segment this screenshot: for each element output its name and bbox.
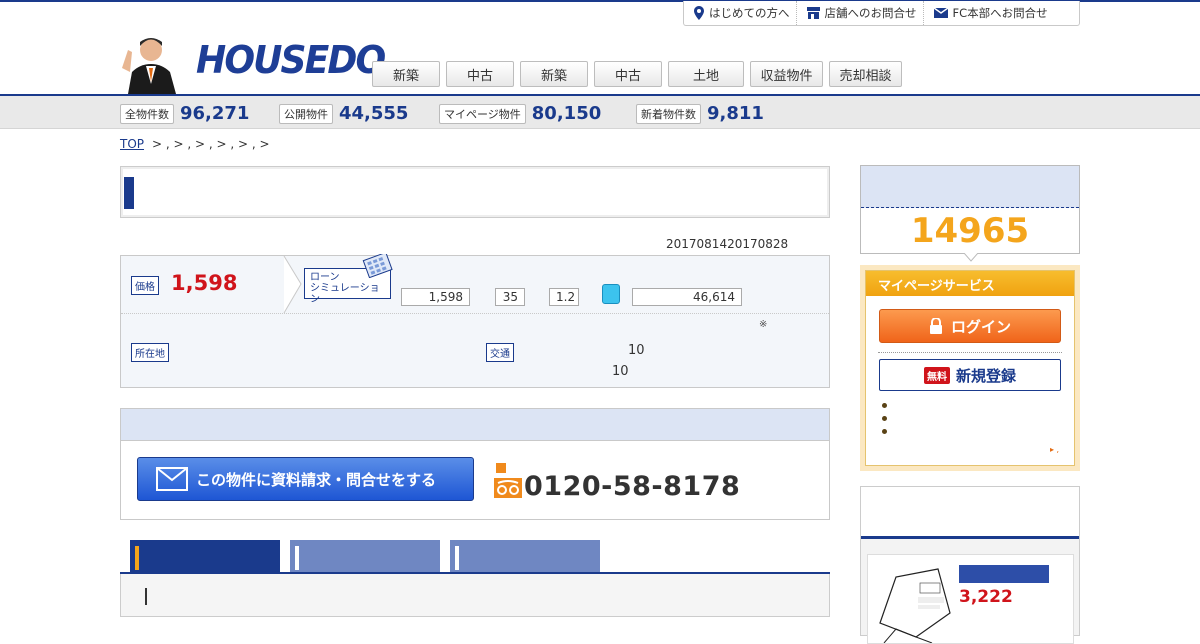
link-first-time-label: はじめての方へ [709, 6, 790, 20]
loan-label-line2: シミュレーション [310, 283, 380, 305]
tab-panel [120, 574, 830, 617]
login-button[interactable]: ログイン [879, 309, 1061, 343]
request-info-button[interactable]: この物件に資料請求・問合せをする [137, 457, 474, 501]
stat-mypage-label: マイページ物件 [439, 103, 526, 124]
tab-3-marker [455, 546, 459, 570]
link-fc-contact-label: FC本部へお問合せ [952, 6, 1048, 20]
calculator-icon [362, 254, 393, 278]
title-accent-bar [124, 177, 134, 209]
mypage-more-link[interactable]: ▸ , [1050, 445, 1059, 454]
property-dates: 2017081420170828 [666, 237, 789, 251]
nav-land[interactable]: 土地 [668, 61, 744, 87]
top-links: はじめての方へ 店舗へのお問合せ FC本部へお問合せ [683, 1, 1080, 26]
tab-3[interactable] [450, 540, 600, 573]
nav-new-mansion[interactable]: 新築 [520, 61, 588, 87]
property-card-title-bar [959, 565, 1049, 583]
store-icon [806, 7, 820, 19]
free-badge: 無料 [923, 366, 950, 384]
main-nav: 新築 中古 新築 中古 土地 収益物件 売却相談 [372, 61, 908, 87]
property-card-price: 3,222 [959, 587, 1013, 607]
lock-icon [929, 318, 942, 334]
stat-mypage-value: 80,150 [531, 103, 602, 124]
housedo-logo[interactable]: HOUSEDO [196, 38, 386, 82]
transit-line-1: 10 [628, 343, 645, 358]
contact-header [121, 409, 829, 441]
bullet-3 [882, 429, 887, 434]
breadcrumb-top-link[interactable]: TOP [120, 137, 144, 151]
nav-new-house[interactable]: 新築 [372, 61, 440, 87]
stat-public-label: 公開物件 [279, 103, 333, 124]
property-title-box [120, 166, 830, 218]
transit-line-2: 10 [612, 364, 629, 379]
stat-mypage: マイページ物件 80,150 [439, 103, 601, 124]
mypage-inner: マイページサービス ログイン 無料 新規登録 ▸ , [865, 270, 1075, 466]
tab-2-marker [295, 546, 299, 570]
mypage-divider [878, 352, 1062, 353]
mascot-image [120, 28, 182, 94]
stat-all-label: 全物件数 [120, 103, 174, 124]
tab-2[interactable] [290, 540, 440, 573]
freedial-icon [494, 478, 522, 498]
stat-public: 公開物件 44,555 [279, 103, 408, 124]
transit-label: 交通 [486, 343, 514, 362]
envelope-icon [156, 467, 188, 491]
price-value: 1,598 [171, 271, 238, 295]
loan-rate-input[interactable]: 1.2 [549, 288, 579, 306]
phone-number[interactable]: 0120-58-8178 [524, 471, 740, 502]
property-card[interactable]: 3,222 [867, 554, 1074, 644]
stat-all: 全物件数 96,271 [120, 103, 249, 124]
sidebar-property-box: 3,222 [860, 486, 1080, 644]
sidebar-count-header [861, 166, 1079, 208]
link-store-contact[interactable]: 店舗へのお問合せ [797, 1, 924, 25]
loan-amount-input[interactable]: 1,598 [401, 288, 470, 306]
price-label: 価格 [131, 276, 159, 295]
count-pointer [964, 253, 978, 262]
mypage-title: マイページサービス [866, 271, 1074, 296]
link-fc-contact[interactable]: FC本部へお問合せ [924, 1, 1054, 25]
mail-icon [933, 8, 948, 18]
link-store-contact-label: 店舗へのお問合せ [824, 6, 917, 20]
logo-text: HOUSEDO [196, 38, 386, 82]
map-pin-icon [694, 6, 704, 20]
tab-bar [130, 540, 610, 573]
stat-public-value: 44,555 [339, 103, 409, 124]
bullet-1 [882, 403, 887, 408]
mypage-service-box: マイページサービス ログイン 無料 新規登録 ▸ , [860, 265, 1080, 471]
tab-1-marker [135, 546, 139, 570]
stats-bar: 全物件数 96,271 公開物件 44,555 マイページ物件 80,150 新… [0, 94, 1200, 129]
nav-used-house[interactable]: 中古 [446, 61, 514, 87]
nav-used-mansion[interactable]: 中古 [594, 61, 662, 87]
floor-plan-thumbnail [876, 563, 954, 643]
arrow-separator [283, 256, 302, 313]
loan-years-input[interactable]: 35 [495, 288, 525, 306]
stat-new: 新着物件数 9,811 [636, 103, 764, 124]
breadcrumb: TOP > , > , > , > , > , > [120, 137, 270, 151]
nav-sell-consult[interactable]: 売却相談 [829, 61, 902, 87]
nav-income-property[interactable]: 収益物件 [750, 61, 823, 87]
stat-new-label: 新着物件数 [636, 103, 701, 124]
stat-all-value: 96,271 [180, 103, 250, 124]
link-first-time[interactable]: はじめての方へ [684, 1, 797, 25]
sidebar-count-value: 14965 [910, 211, 1030, 251]
note-mark: ※ [759, 319, 768, 330]
request-info-label: この物件に資料請求・問合せをする [196, 470, 437, 489]
login-label: ログイン [950, 317, 1011, 336]
orange-marker [496, 463, 506, 473]
calculate-button[interactable] [602, 284, 620, 304]
monthly-payment-output: 46,614 [632, 288, 742, 306]
register-label: 新規登録 [955, 366, 1016, 385]
sidebar-count-box: 14965 [860, 165, 1080, 254]
tab-1[interactable] [130, 540, 280, 573]
bullet-2 [882, 416, 887, 421]
breadcrumb-trail: > , > , > , > , > , > [152, 137, 270, 151]
location-label: 所在地 [131, 343, 169, 362]
stat-new-value: 9,811 [707, 103, 764, 124]
info-divider [121, 313, 829, 314]
register-button[interactable]: 無料 新規登録 [879, 359, 1061, 391]
sidebar-property-header [861, 487, 1079, 539]
text-cursor [145, 588, 147, 605]
